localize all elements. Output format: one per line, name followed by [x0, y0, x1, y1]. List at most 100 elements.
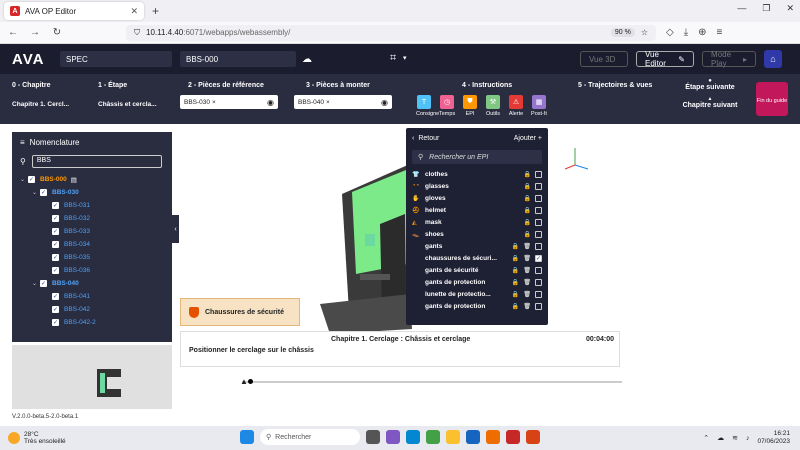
epi-item-checkbox[interactable] [535, 230, 542, 238]
tree-checkbox[interactable]: ✓ [52, 267, 59, 274]
epi-item-checkbox[interactable] [535, 290, 542, 298]
pieces-reference-label[interactable]: 2 - Pièces de référence [188, 82, 278, 89]
tree-item[interactable]: ✓ BBS-033 [12, 225, 172, 238]
chevron-down-icon[interactable]: ▾ [403, 54, 407, 62]
powerpoint-icon[interactable] [526, 430, 540, 444]
preview-thumbnail[interactable] [12, 345, 172, 409]
lock-icon[interactable]: 🔒 [524, 219, 531, 226]
caret-icon[interactable]: ⌄ [32, 280, 40, 287]
epi-item[interactable]: gants de protection 🔒 🗑 [406, 300, 548, 312]
etape-suivante-button[interactable]: Étape suivante [680, 84, 740, 91]
bookmark-star-icon[interactable]: ☆ [641, 28, 648, 37]
downloads-icon[interactable]: ⤓ [684, 27, 688, 38]
instruction-post-it-button[interactable]: ▦ Post-It [531, 95, 547, 117]
epi-item-checkbox[interactable] [535, 218, 542, 226]
caret-icon[interactable]: ⌄ [20, 176, 28, 183]
fin-du-guide-button[interactable]: Fin du guide [756, 82, 788, 116]
timeline-cursor-icon[interactable]: ▲ [240, 377, 248, 386]
tree-item[interactable]: ✓ BBS-034 [12, 238, 172, 251]
task-view-icon[interactable] [366, 430, 380, 444]
address-bar[interactable]: ⛉ 10.11.4.40 :6071/webapps/webassembly/ … [126, 24, 656, 41]
epi-item-checkbox[interactable]: ✓ [535, 254, 542, 262]
trash-icon[interactable]: 🗑 [523, 279, 531, 286]
pocket-icon[interactable]: ◇ [666, 27, 674, 38]
tree-checkbox[interactable]: ✓ [52, 319, 59, 326]
epi-item[interactable]: ⛑ helmet 🔒 [406, 204, 548, 216]
outlook-icon[interactable] [466, 430, 480, 444]
tree-checkbox[interactable]: ✓ [52, 293, 59, 300]
timeline-dot[interactable] [248, 379, 253, 384]
instruction-outils-button[interactable]: ⚒ Outils [485, 95, 501, 117]
tree-item[interactable]: ⌄ ✓ BBS-030 [12, 186, 172, 199]
home-button[interactable]: ⌂ [764, 50, 782, 68]
epi-item[interactable]: 👕 clothes 🔒 [406, 168, 548, 180]
lock-icon[interactable]: 🔒 [524, 207, 531, 214]
epi-item-checkbox[interactable] [535, 266, 542, 274]
lock-icon[interactable]: 🔒 [512, 255, 519, 262]
file-explorer-icon[interactable] [446, 430, 460, 444]
taskbar-clock[interactable]: 16:21 07/06/2023 [757, 430, 790, 446]
epi-item[interactable]: 👞 shoes 🔒 [406, 228, 548, 240]
menu-icon[interactable]: ≡ [717, 27, 723, 38]
instruction-consigne-button[interactable]: T Consigne [416, 95, 439, 117]
tree-item[interactable]: ✓ BBS-036 [12, 264, 172, 277]
epi-item-checkbox[interactable] [535, 194, 542, 202]
epi-item[interactable]: gants de sécurité 🔒 🗑 [406, 264, 548, 276]
browser-tab[interactable]: A AVA OP Editor ✕ [4, 2, 144, 20]
taskbar-search[interactable]: ⚲ Rechercher [260, 429, 360, 445]
nomenclature-search-input[interactable]: BBS [31, 155, 162, 168]
epi-item-checkbox[interactable] [535, 206, 542, 214]
back-icon[interactable]: ← [4, 27, 22, 38]
epi-search-input[interactable]: ⚲ Rechercher un EPI [412, 150, 542, 164]
project-field[interactable]: SPEC [60, 51, 172, 67]
maximize-icon[interactable]: ❐ [762, 3, 770, 14]
hamburger-icon[interactable]: ≡ [20, 138, 25, 147]
epi-item-checkbox[interactable] [535, 182, 542, 190]
retour-button[interactable]: Retour [418, 135, 439, 142]
tree-item[interactable]: ⌄ ✓ BBS-000 ▤ [12, 173, 172, 186]
eye-icon[interactable]: ◉ [381, 98, 388, 107]
reload-icon[interactable]: ↻ [48, 27, 66, 38]
instruction-epi-button[interactable]: ⛊ EPI [462, 95, 478, 117]
tree-item[interactable]: ✓ BBS-035 [12, 251, 172, 264]
epi-item-checkbox[interactable] [535, 170, 542, 178]
instruction-alerte-button[interactable]: ⚠ Alerte [508, 95, 524, 117]
tree-checkbox[interactable]: ✓ [28, 176, 35, 183]
lock-icon[interactable]: 🔒 [524, 195, 531, 202]
edge-icon[interactable] [406, 430, 420, 444]
caret-icon[interactable]: ⌄ [32, 189, 40, 196]
trash-icon[interactable]: 🗑 [523, 255, 531, 262]
vue3d-button[interactable]: Vue 3D [580, 51, 628, 67]
tree-item[interactable]: ✓ BBS-042-2 [12, 316, 172, 329]
trash-icon[interactable]: 🗑 [523, 303, 531, 310]
lock-icon[interactable]: 🔒 [512, 291, 519, 298]
epi-item-checkbox[interactable] [535, 302, 542, 310]
cloud-icon[interactable]: ☁ [302, 54, 312, 65]
etape-section[interactable]: 1 - Étape Châssis et cercla... [98, 74, 157, 108]
lock-icon[interactable]: 🔒 [512, 279, 519, 286]
start-icon[interactable] [240, 430, 254, 444]
collapse-panel-button[interactable]: ‹ [172, 215, 179, 243]
assembly-field[interactable]: BBS-000 [180, 51, 296, 67]
close-window-icon[interactable]: ✕ [786, 3, 794, 14]
zoom-level[interactable]: 90 % [610, 28, 635, 37]
trash-icon[interactable]: 🗑 [523, 243, 531, 250]
tree-checkbox[interactable]: ✓ [40, 189, 47, 196]
instruction-text[interactable]: Positionner le cerclage sur le châssis [189, 347, 314, 354]
weather-widget[interactable]: 28°C Très ensoleillé [8, 431, 66, 445]
tree-item[interactable]: ✓ BBS-042 [12, 303, 172, 316]
timeline-track[interactable] [242, 381, 622, 383]
epi-item[interactable]: lunette de protectio... 🔒 🗑 [406, 288, 548, 300]
epi-item[interactable]: gants de protection 🔒 🗑 [406, 276, 548, 288]
tree-checkbox[interactable]: ✓ [52, 228, 59, 235]
extensions-icon[interactable]: ⊕ [698, 27, 706, 38]
tree-checkbox[interactable]: ✓ [52, 254, 59, 261]
tree-checkbox[interactable]: ✓ [52, 241, 59, 248]
lock-icon[interactable]: 🔒 [524, 171, 531, 178]
lock-icon[interactable]: 🔒 [512, 303, 519, 310]
forward-icon[interactable]: → [26, 27, 44, 38]
chrome-icon[interactable] [426, 430, 440, 444]
tree-item[interactable]: ✓ BBS-032 [12, 212, 172, 225]
teams-icon[interactable] [386, 430, 400, 444]
pieces-monter-label[interactable]: 3 - Pièces à monter [306, 82, 392, 89]
